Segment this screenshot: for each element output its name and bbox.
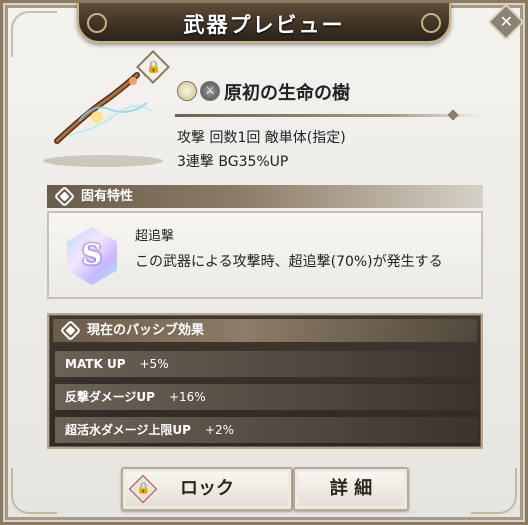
attack-bonus: 3連撃 BG35%UP (177, 154, 289, 170)
passive-section-header: 現在のパッシブ効果 (53, 319, 477, 342)
detail-button[interactable]: 詳 細 (293, 467, 409, 511)
detail-button-label: 詳 細 (329, 478, 373, 499)
title-banner: 武器プレビュー (77, 3, 451, 43)
ornament-corner (11, 11, 57, 57)
passive-section-title: 現在のパッシブ効果 (87, 323, 205, 338)
passive-name: MATK UP (65, 357, 126, 371)
weapon-preview-dialog: 武器プレビュー ✕ 🔒 ⚔ 原初の生命の樹 攻撃 回数1回 敵単体(指定) 3連… (0, 0, 528, 525)
passive-name: 超活水ダメージ上限UP (65, 423, 191, 437)
section-icon (53, 185, 76, 208)
lock-icon: 🔒 (146, 59, 162, 74)
dialog-title: 武器プレビュー (183, 13, 345, 37)
lock-button-label: ロック (180, 478, 234, 499)
name-divider (175, 114, 483, 117)
weapon-name: 原初の生命の樹 (224, 83, 350, 104)
passive-name: 反撃ダメージUP (65, 390, 155, 404)
close-icon: ✕ (499, 12, 514, 32)
trait-description: この武器による攻撃時、超追撃(70%)が発生する (135, 254, 443, 270)
passive-value: +5% (139, 357, 169, 371)
sword-type-icon: ⚔ (200, 81, 220, 101)
passive-row: 超活水ダメージ上限UP +2% (55, 417, 479, 443)
attack-info: 攻撃 回数1回 敵単体(指定) (177, 130, 346, 146)
trait-card: S 超追撃 この武器による攻撃時、超追撃(70%)が発生する (47, 211, 483, 299)
passive-row: 反撃ダメージUP +16% (55, 384, 479, 410)
section-icon (59, 319, 82, 342)
trait-section-header: 固有特性 (47, 185, 483, 208)
trait-section-title: 固有特性 (81, 189, 134, 204)
light-element-icon (177, 81, 197, 101)
lock-button[interactable]: 🔒 ロック (121, 467, 293, 511)
skill-s-icon: S (67, 227, 117, 285)
close-button[interactable]: ✕ (487, 3, 525, 41)
passive-value: +16% (168, 390, 206, 404)
trait-name: 超追撃 (135, 229, 175, 244)
passive-effects-panel: 現在のパッシブ効果 MATK UP +5% 反撃ダメージUP +16% 超活水ダメー… (47, 313, 483, 449)
passive-row: MATK UP +5% (55, 351, 479, 377)
weapon-attribute-icons: ⚔ (177, 81, 220, 101)
ornament-corner (471, 468, 517, 514)
lock-icon: 🔒 (128, 474, 158, 504)
ornament-corner (11, 468, 57, 514)
passive-value: +2% (204, 423, 235, 437)
